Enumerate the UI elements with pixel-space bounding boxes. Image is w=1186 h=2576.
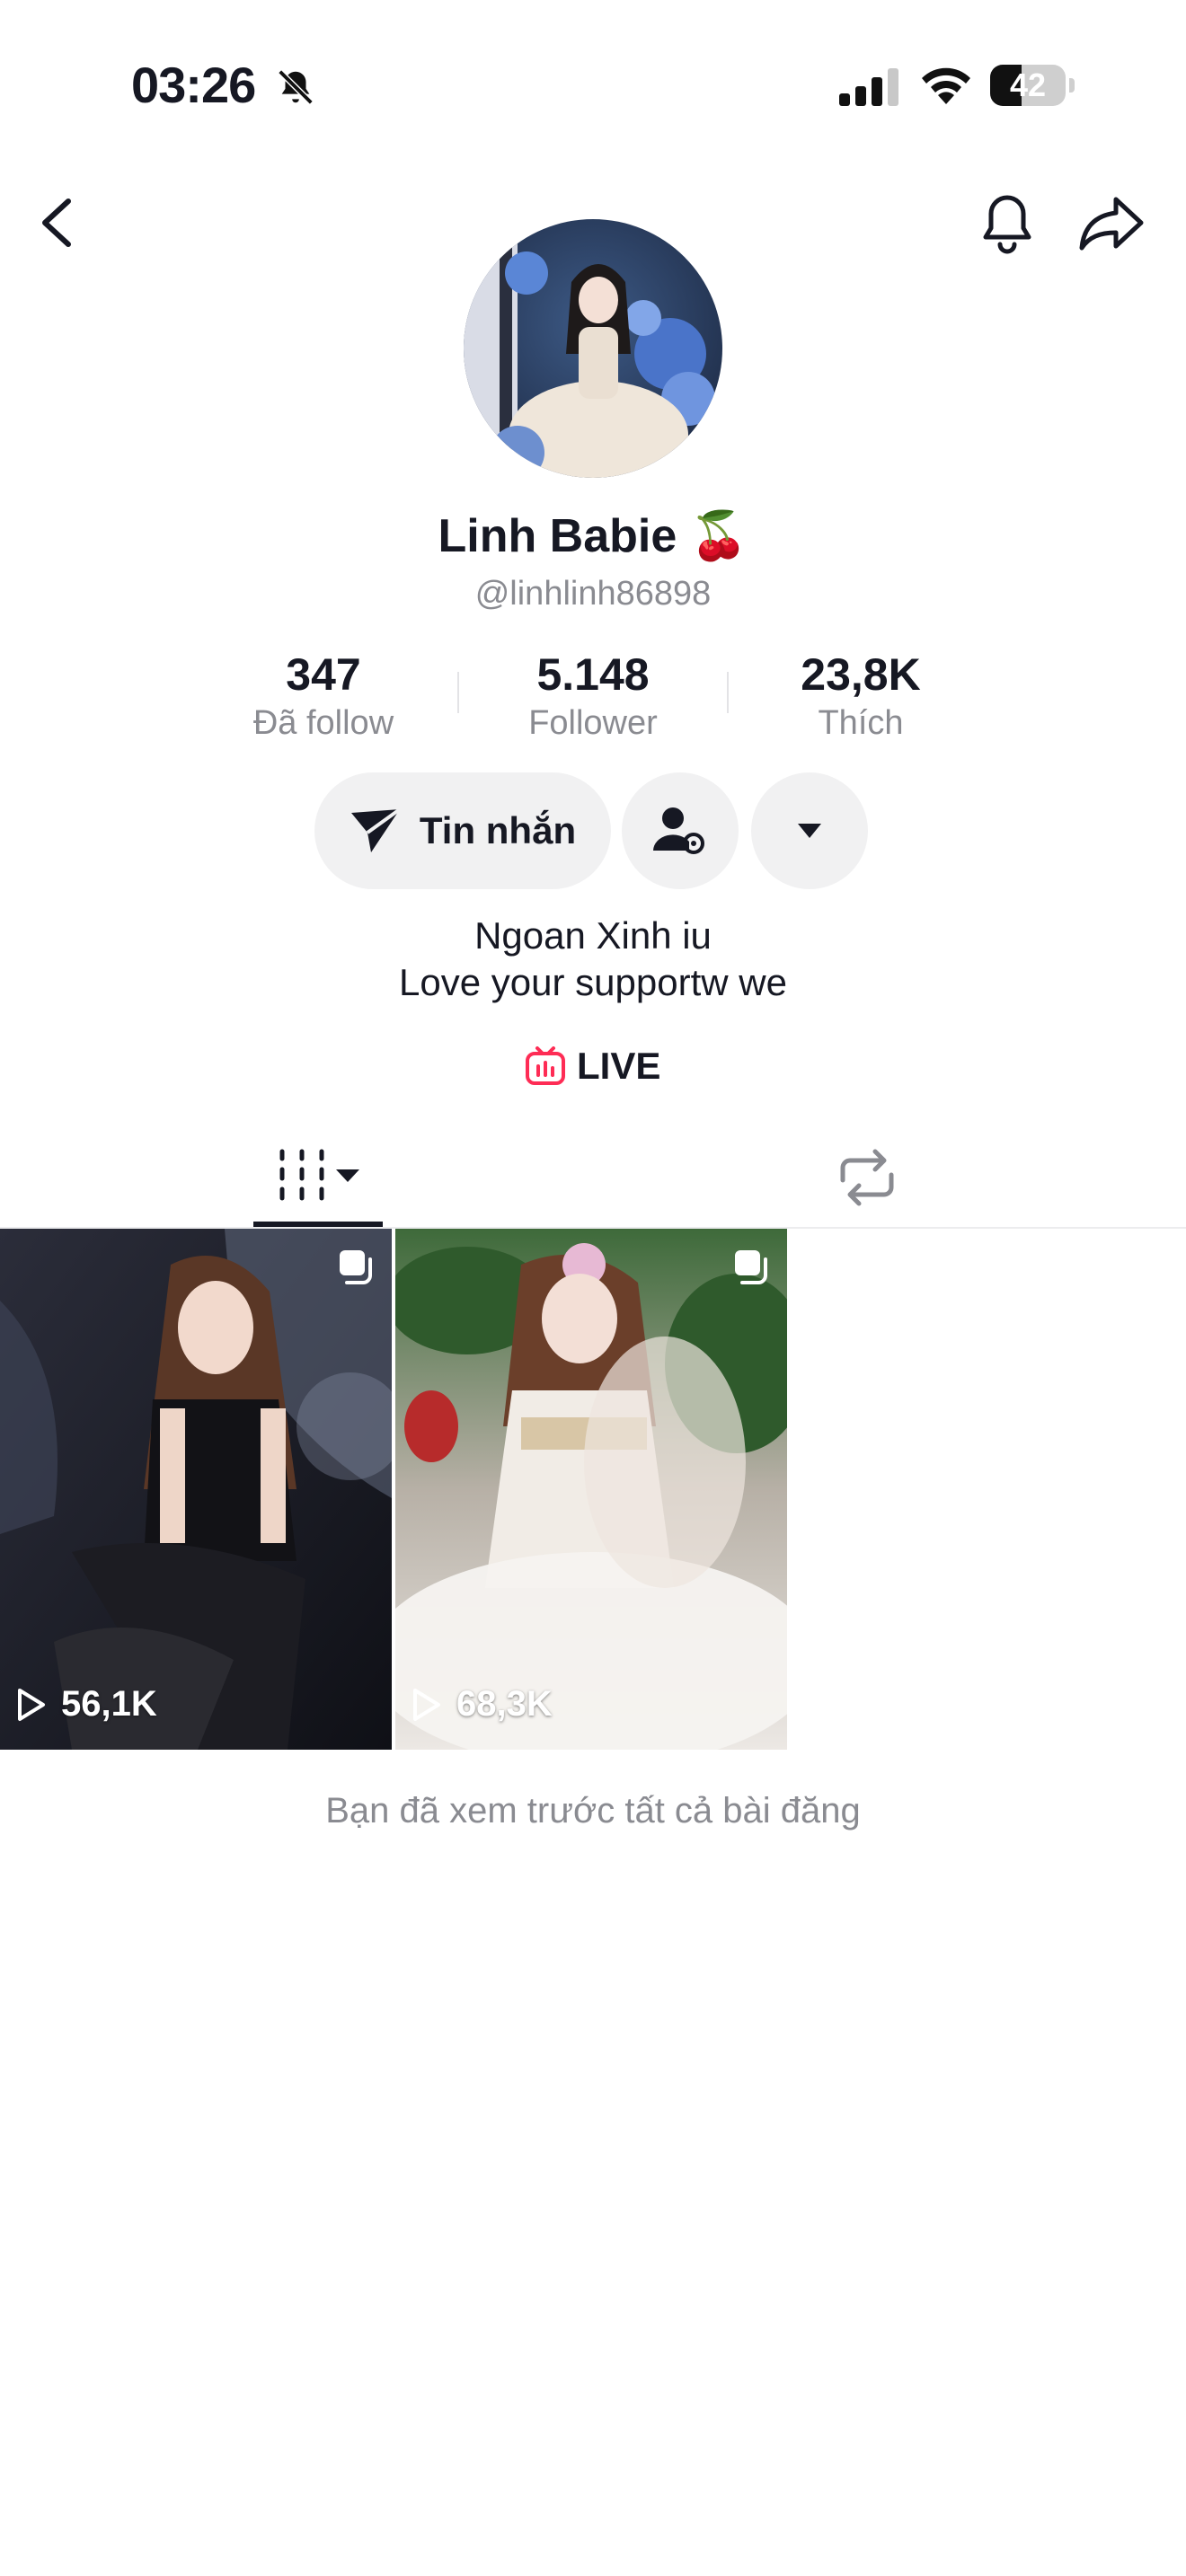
live-tv-icon bbox=[526, 1046, 565, 1085]
stat-likes-value: 23,8K bbox=[801, 649, 921, 700]
end-of-posts-text: Bạn đã xem trước tất cả bài đăng bbox=[325, 1791, 861, 1831]
view-count-value: 56,1K bbox=[61, 1684, 157, 1724]
caret-down-icon bbox=[798, 824, 821, 838]
grid-columns-icon bbox=[279, 1149, 324, 1201]
profile-name: Linh Babie 🍒 bbox=[0, 508, 1186, 563]
more-options-dropdown[interactable] bbox=[751, 772, 868, 889]
video-thumbnail bbox=[395, 1229, 787, 1750]
message-button[interactable]: Tin nhắn bbox=[314, 772, 611, 889]
multi-clip-icon bbox=[340, 1250, 372, 1284]
stat-followers[interactable]: 5.148 Follower bbox=[458, 648, 728, 743]
profile-handle: @linhlinh86898 bbox=[474, 575, 712, 613]
stat-followers-value: 5.148 bbox=[536, 649, 650, 700]
play-icon bbox=[18, 1688, 45, 1721]
repost-icon bbox=[840, 1149, 894, 1206]
bio-line-1: Ngoan Xinh iu bbox=[474, 914, 712, 957]
stat-following-label: Đã follow bbox=[252, 704, 394, 742]
tab-caret-icon bbox=[336, 1169, 359, 1182]
profile-name-text: Linh Babie bbox=[438, 510, 677, 562]
stat-likes-label: Thích bbox=[818, 704, 904, 742]
profile-avatar[interactable] bbox=[464, 219, 722, 478]
stat-followers-label: Follower bbox=[528, 704, 658, 742]
view-count-value: 68,3K bbox=[456, 1684, 553, 1724]
profile-name-emoji: 🍒 bbox=[689, 510, 748, 562]
video-tile[interactable]: 56,1K bbox=[0, 1229, 392, 1750]
stat-following[interactable]: 347 Đã follow bbox=[189, 648, 458, 743]
live-label: LIVE bbox=[577, 1045, 661, 1087]
stat-following-value: 347 bbox=[286, 649, 361, 700]
videos-tab[interactable] bbox=[270, 1146, 377, 1209]
follow-settings-button[interactable] bbox=[622, 772, 739, 889]
share-button[interactable] bbox=[1078, 192, 1146, 253]
battery-level: 42 bbox=[1009, 66, 1047, 103]
back-button[interactable] bbox=[32, 194, 83, 251]
send-plane-icon bbox=[350, 807, 402, 852]
message-button-label: Tin nhắn bbox=[419, 809, 577, 851]
view-count: 68,3K bbox=[412, 1684, 553, 1725]
user-settings-icon bbox=[653, 807, 704, 854]
battery-indicator: 42 bbox=[990, 65, 1076, 106]
bell-muted-icon bbox=[278, 69, 314, 105]
play-icon bbox=[413, 1688, 440, 1721]
video-thumbnail bbox=[0, 1229, 392, 1750]
video-tile[interactable]: 68,3K bbox=[395, 1229, 787, 1750]
cellular-signal-icon bbox=[839, 68, 898, 106]
wifi-icon bbox=[922, 67, 970, 104]
stat-likes[interactable]: 23,8K Thích bbox=[726, 648, 996, 743]
multi-clip-icon bbox=[735, 1250, 767, 1284]
live-link[interactable]: LIVE bbox=[525, 1044, 660, 1089]
reposts-tab[interactable] bbox=[836, 1146, 898, 1209]
status-time: 03:26 bbox=[131, 57, 256, 113]
bio-line-2: Love your supportw we bbox=[399, 961, 787, 1003]
notification-bell-button[interactable] bbox=[976, 190, 1039, 255]
view-count: 56,1K bbox=[16, 1684, 157, 1725]
